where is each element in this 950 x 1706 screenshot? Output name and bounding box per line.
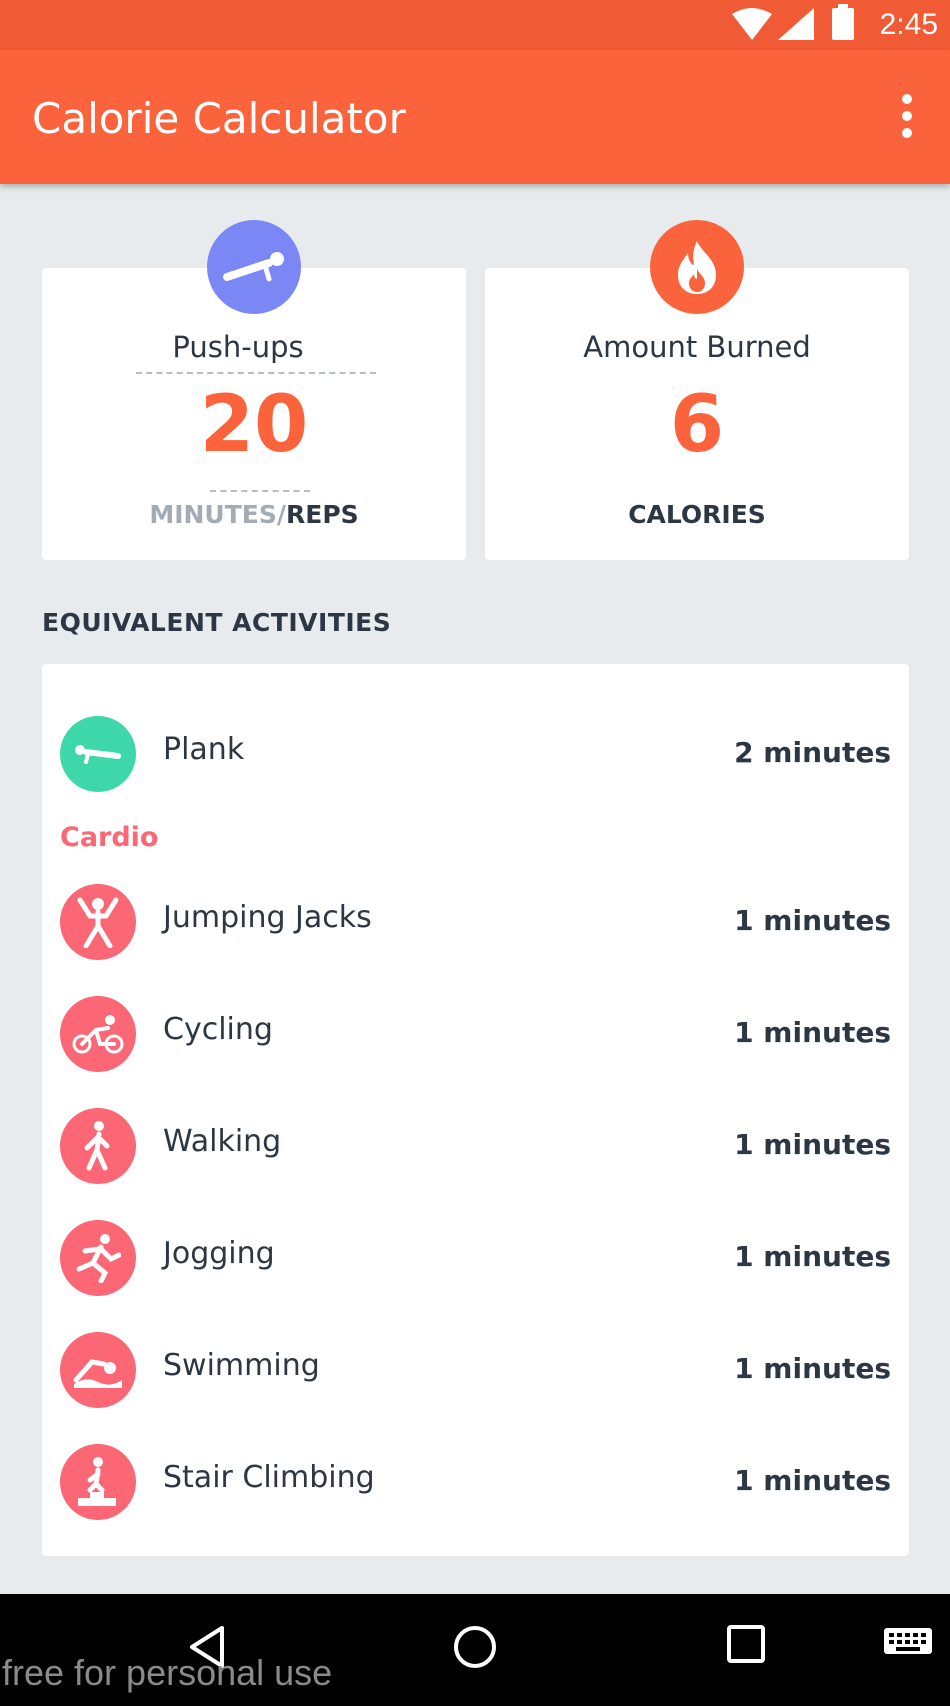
activity-name: Jumping Jacks xyxy=(163,900,372,935)
activity-name: Plank xyxy=(163,732,245,767)
recents-icon[interactable] xyxy=(726,1624,766,1664)
battery-icon xyxy=(832,4,854,40)
cell-signal-icon xyxy=(778,8,814,40)
unit-reps[interactable]: REPS xyxy=(286,500,359,529)
activity-name: Jogging xyxy=(163,1236,275,1271)
list-item[interactable]: Swimming 1 minutes xyxy=(42,1330,909,1410)
status-time: 2:45 xyxy=(879,8,938,41)
list-item[interactable]: Cycling 1 minutes xyxy=(42,994,909,1074)
status-bar: 2:45 xyxy=(0,0,950,50)
burned-label: Amount Burned xyxy=(583,330,811,364)
walking-icon xyxy=(60,1108,136,1184)
section-title: EQUIVALENT ACTIVITIES xyxy=(42,608,392,637)
activity-name: Swimming xyxy=(163,1348,320,1383)
watermark: free for personal use xyxy=(2,1652,333,1693)
burned-value: 6 xyxy=(669,380,725,470)
category-label: Cardio xyxy=(60,822,159,853)
activity-duration: 1 minutes xyxy=(734,1128,891,1161)
list-item[interactable]: Jumping Jacks 1 minutes xyxy=(42,882,909,962)
fire-icon xyxy=(650,220,744,314)
app-title: Calorie Calculator xyxy=(32,94,406,143)
plank-icon xyxy=(60,716,136,792)
activity-duration: 1 minutes xyxy=(734,904,891,937)
activity-duration: 1 minutes xyxy=(734,1240,891,1273)
exercise-name-underline xyxy=(136,372,376,374)
pushup-icon xyxy=(207,220,301,314)
keyboard-icon[interactable] xyxy=(884,1628,932,1660)
home-icon[interactable] xyxy=(452,1624,498,1670)
unit-minutes[interactable]: MINUTES/ xyxy=(149,500,286,529)
list-item[interactable]: Plank 2 minutes xyxy=(42,714,909,794)
activity-duration: 2 minutes xyxy=(734,736,891,769)
list-item[interactable]: Walking 1 minutes xyxy=(42,1106,909,1186)
burned-unit: CALORIES xyxy=(628,500,766,529)
activity-duration: 1 minutes xyxy=(734,1016,891,1049)
activity-name: Walking xyxy=(163,1124,282,1159)
activities-list: Plank 2 minutes Cardio Jumping Jacks 1 m… xyxy=(42,664,909,1556)
activity-name: Cycling xyxy=(163,1012,273,1047)
exercise-name[interactable]: Push-ups xyxy=(26,330,450,364)
exercise-value[interactable]: 20 xyxy=(42,380,466,470)
exercise-value-underline xyxy=(210,490,310,492)
unit-toggle[interactable]: MINUTES/REPS xyxy=(42,500,466,529)
activity-name: Stair Climbing xyxy=(163,1460,375,1495)
list-item[interactable]: Jogging 1 minutes xyxy=(42,1218,909,1298)
overflow-menu-icon[interactable] xyxy=(892,94,922,140)
swimming-icon xyxy=(60,1332,136,1408)
app-bar: Calorie Calculator xyxy=(0,50,950,184)
jogging-icon xyxy=(60,1220,136,1296)
wifi-icon xyxy=(732,8,772,40)
jumping-jacks-icon xyxy=(60,884,136,960)
activity-duration: 1 minutes xyxy=(734,1352,891,1385)
cycling-icon xyxy=(60,996,136,1072)
activity-duration: 1 minutes xyxy=(734,1464,891,1497)
stair-climbing-icon xyxy=(60,1444,136,1520)
list-item[interactable]: Stair Climbing 1 minutes xyxy=(42,1442,909,1522)
